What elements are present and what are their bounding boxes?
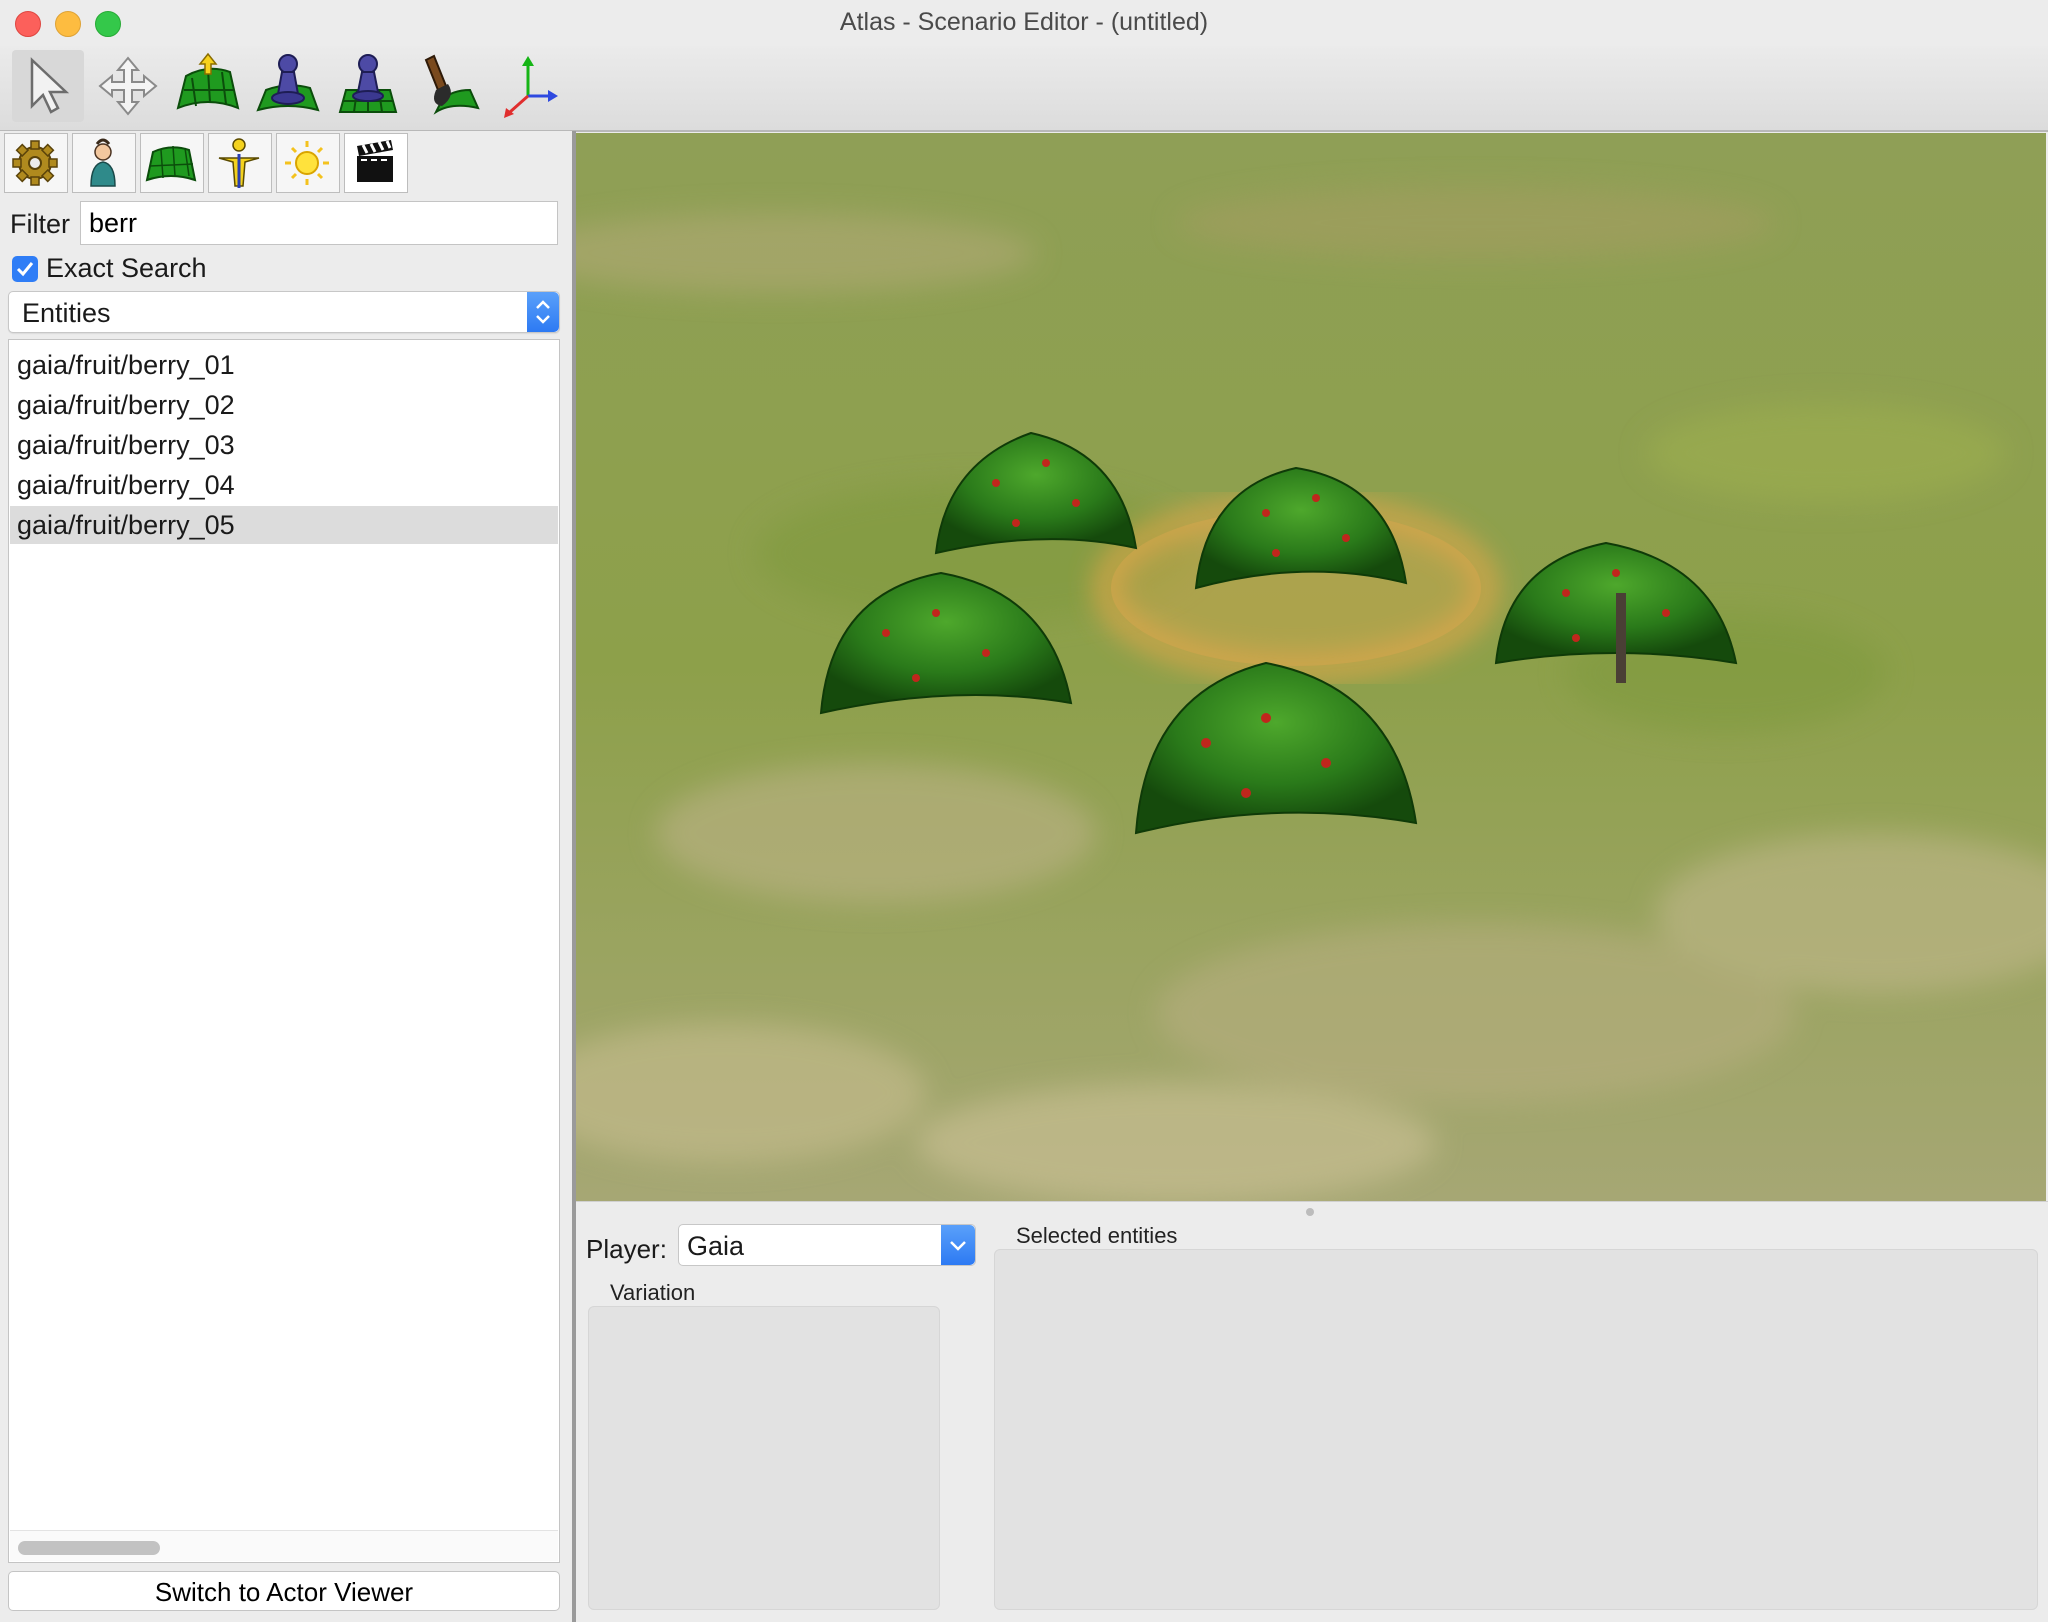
title-bar: Atlas - Scenario Editor - (untitled) (0, 0, 2048, 46)
exact-search-label: Exact Search (46, 253, 207, 283)
clapperboard-icon (357, 140, 393, 182)
terrain-icon (145, 145, 197, 182)
place-object-tool-button[interactable] (252, 50, 324, 122)
select-tool-button[interactable] (12, 50, 84, 122)
alter-elevation-tool-button[interactable] (172, 50, 244, 122)
selected-entities-label: Selected entities (1016, 1223, 1178, 1248)
move-cross-icon (98, 56, 158, 116)
splitter-grip-icon (1306, 1208, 1314, 1216)
tab-object[interactable] (208, 133, 272, 193)
filter-label: Filter (10, 209, 70, 239)
paint-terrain-tool-button[interactable] (412, 50, 484, 122)
scene-viewport[interactable] (576, 133, 2046, 1201)
player-label: Player: (586, 1234, 667, 1264)
paint-territory-tool-button[interactable] (332, 50, 404, 122)
viewport-splitter[interactable] (576, 1201, 2048, 1222)
xyz-axes-icon (504, 56, 558, 118)
tab-players[interactable] (72, 133, 136, 193)
unit-icon (218, 138, 260, 188)
selected-entities-box (994, 1249, 2038, 1610)
tab-cinematic[interactable] (344, 133, 408, 193)
player-icon (90, 138, 116, 187)
tab-environment[interactable] (276, 133, 340, 193)
list-item[interactable]: gaia/fruit/berry_04 (10, 466, 558, 504)
pawn-grid-icon (338, 54, 398, 113)
list-item[interactable]: gaia/fruit/berry_02 (10, 386, 558, 424)
tool-toolbar (0, 46, 2048, 132)
entity-list[interactable]: gaia/fruit/berry_01 gaia/fruit/berry_02 … (8, 339, 560, 1563)
horizontal-scrollbar[interactable] (10, 1530, 558, 1561)
switch-to-actor-viewer-button[interactable]: Switch to Actor Viewer (8, 1571, 560, 1611)
sun-icon (285, 141, 329, 185)
chevron-down-icon (941, 1225, 975, 1265)
list-item[interactable]: gaia/fruit/berry_05 (10, 506, 558, 544)
terrain-scene[interactable] (576, 133, 2046, 1201)
terrain-raise-icon (176, 52, 240, 110)
window-title: Atlas - Scenario Editor - (untitled) (839, 8, 1209, 36)
player-value: Gaia (687, 1231, 745, 1261)
tab-terrain[interactable] (140, 133, 204, 193)
object-type-select[interactable]: Entities (8, 291, 560, 333)
filter-input[interactable] (80, 201, 558, 245)
checkmark-icon (16, 262, 34, 277)
sidebar: Filter Exact Search Entities gaia/fruit/… (0, 131, 572, 1622)
list-item[interactable]: gaia/fruit/berry_03 (10, 426, 558, 464)
variation-box (588, 1306, 940, 1610)
gear-icon (12, 140, 58, 186)
object-type-value: Entities (22, 298, 111, 328)
select-arrows-icon (527, 292, 559, 332)
list-item[interactable]: gaia/fruit/berry_01 (10, 346, 558, 384)
pawn-icon (256, 54, 320, 112)
transform-tool-button[interactable] (92, 50, 164, 122)
scrollbar-thumb[interactable] (18, 1541, 160, 1555)
exact-search-checkbox[interactable] (12, 256, 38, 282)
variation-label: Variation (610, 1280, 696, 1305)
tab-map-settings[interactable] (4, 133, 68, 193)
pointer-arrow-icon (30, 57, 70, 114)
axes-tool-button[interactable] (492, 50, 564, 122)
paint-brush-icon (424, 54, 480, 115)
player-select[interactable]: Gaia (678, 1224, 976, 1266)
